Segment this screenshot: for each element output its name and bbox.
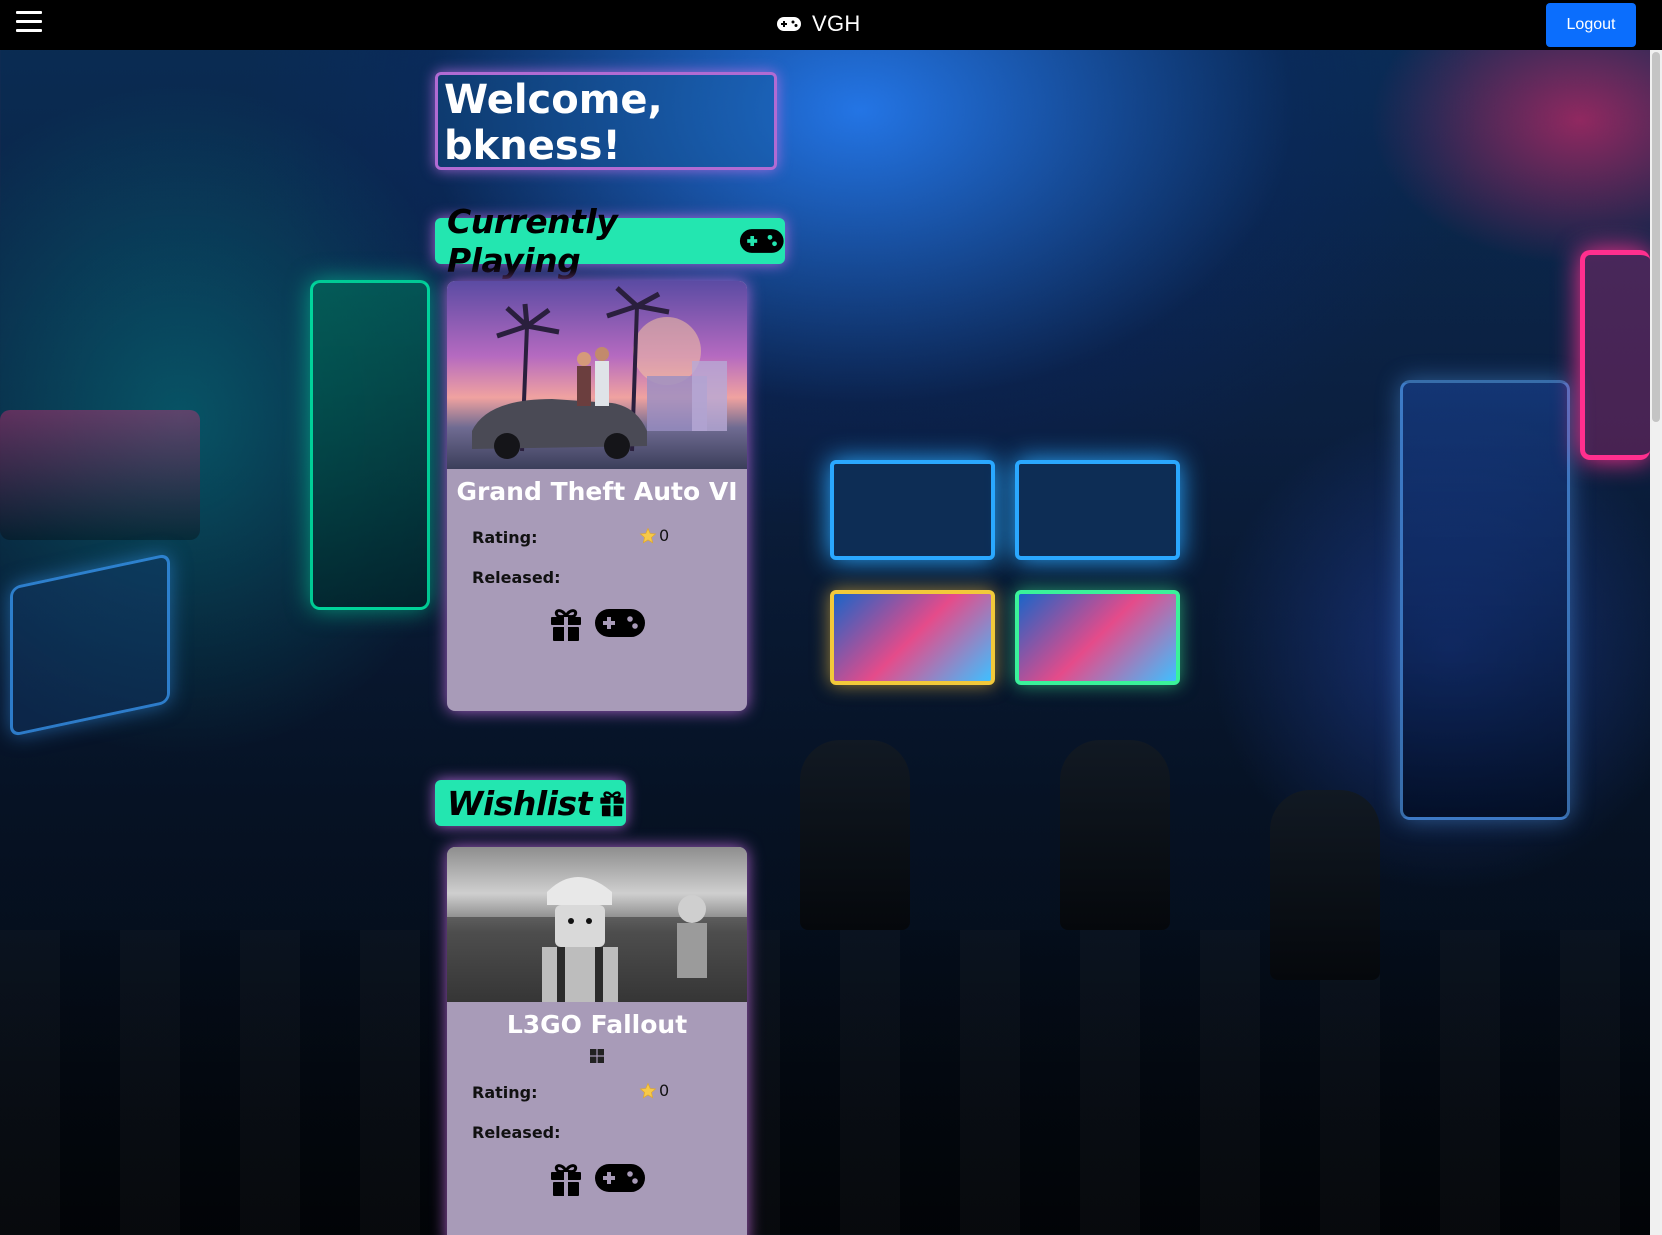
rating-row: Rating: 0 [447,1071,747,1111]
rating-row: Rating: 0 [447,516,747,556]
scrollbar[interactable] [1650,50,1662,1235]
card-actions [447,606,747,642]
currently-playing-heading: Currently Playing [435,202,785,280]
gift-icon [600,791,624,817]
arcade-screen-decor [830,460,995,560]
gamepad-icon [777,17,801,31]
rating-label: Rating: [472,528,538,547]
rating-value: 0 [639,1081,669,1100]
rating-number: 0 [659,526,670,545]
gift-icon [551,1164,581,1196]
gamepad-icon [595,1164,645,1192]
navbar: VGH Logout [0,0,1662,50]
released-label: Released: [472,568,561,587]
add-to-wishlist-button[interactable] [548,1161,584,1197]
gamepad-icon [740,229,785,253]
stool-decor [1060,740,1170,930]
game-card[interactable]: L3GO Fallout Rating: 0 Released: [447,847,747,1235]
star-icon [639,1082,657,1099]
arcade-machine-decor [310,280,430,610]
rating-number: 0 [659,1081,670,1100]
brand[interactable]: VGH [776,10,861,38]
arcade-machine-decor [1400,380,1570,820]
menu-icon[interactable] [16,11,42,33]
windows-icon [590,1049,604,1063]
brand-title: VGH [812,11,861,36]
wishlist-heading: Wishlist [435,780,626,826]
rating-value: 0 [639,526,669,545]
arcade-background-image [0,50,1650,1235]
scrollbar-thumb[interactable] [1652,52,1660,422]
arcade-machine-decor [1580,250,1650,460]
arcade-screen-decor [830,590,995,685]
rating-label: Rating: [472,1083,538,1102]
stool-decor [800,740,910,930]
currently-playing-label: Currently Playing [447,202,618,280]
welcome-text: Welcome, bkness! [444,77,663,169]
game-title[interactable]: Grand Theft Auto VI [447,477,747,506]
arcade-screen-decor [1015,460,1180,560]
logout-button[interactable]: Logout [1546,3,1636,47]
game-title[interactable]: L3GO Fallout [447,1010,747,1039]
add-to-wishlist-button[interactable] [548,606,584,642]
arcade-machine-decor [0,410,200,540]
add-to-playing-button[interactable] [594,606,646,642]
game-cover-image [447,281,747,469]
game-card[interactable]: Grand Theft Auto VI Rating: 0 Released: [447,281,747,711]
star-icon [639,527,657,544]
game-cover-image [447,847,747,1002]
floor-decor [0,930,1650,1235]
gift-icon [551,609,581,641]
released-label: Released: [472,1123,561,1142]
card-actions [447,1161,747,1197]
stool-decor [1270,790,1380,980]
arcade-screen-decor [1015,590,1180,685]
wishlist-label: Wishlist [447,783,592,823]
gamepad-icon [595,609,645,637]
released-row: Released: [447,556,747,596]
welcome-banner: Welcome, bkness! [435,72,777,170]
released-row: Released: [447,1111,747,1151]
arcade-machine-decor [10,552,170,738]
add-to-playing-button[interactable] [594,1161,646,1197]
